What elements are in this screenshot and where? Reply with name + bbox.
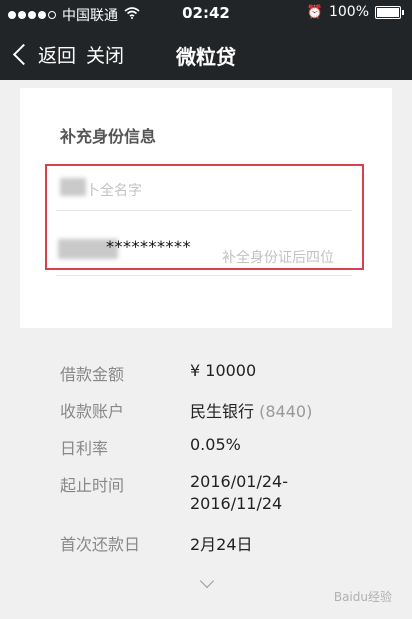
alarm-icon: ⏰ [306,4,323,20]
status-bar: 中国联通 02:42 ⏰ 100% [0,0,412,28]
row-value-period-start: 2016/01/24- [190,472,288,491]
battery-tip [402,9,404,15]
row-label-period: 起止时间 [60,476,125,495]
chevron-down-icon[interactable] [199,573,215,589]
row-label-first-repay: 首次还款日 [60,535,141,554]
row-label-amount: 借款金额 [60,365,125,384]
battery-icon [375,5,401,19]
watermark-logo: Baidu经验 [333,590,392,604]
row-value-account: 民生银行 (8440) [190,398,312,422]
status-right: ⏰ 100% [307,4,404,20]
highlight-box [45,164,364,270]
row-value-first-repay: 2月24日 [190,535,253,554]
row-value-amount: ¥ 10000 [190,361,257,380]
row-value-period-end: 2016/11/24 [190,494,283,513]
battery-percent: 100% [328,4,369,20]
row-value-rate: 0.05% [190,435,241,454]
page-title: 微粒贷 [176,45,236,69]
row-label-account: 收款账户 [60,402,125,421]
nav-bar: 返回 关闭 微粒贷 [0,28,412,80]
row-label-rate: 日利率 [60,439,109,458]
account-suffix: (8440) [259,402,313,421]
section-title: 补充身份信息 [60,127,157,146]
bank-name: 民生银行 [190,402,255,421]
